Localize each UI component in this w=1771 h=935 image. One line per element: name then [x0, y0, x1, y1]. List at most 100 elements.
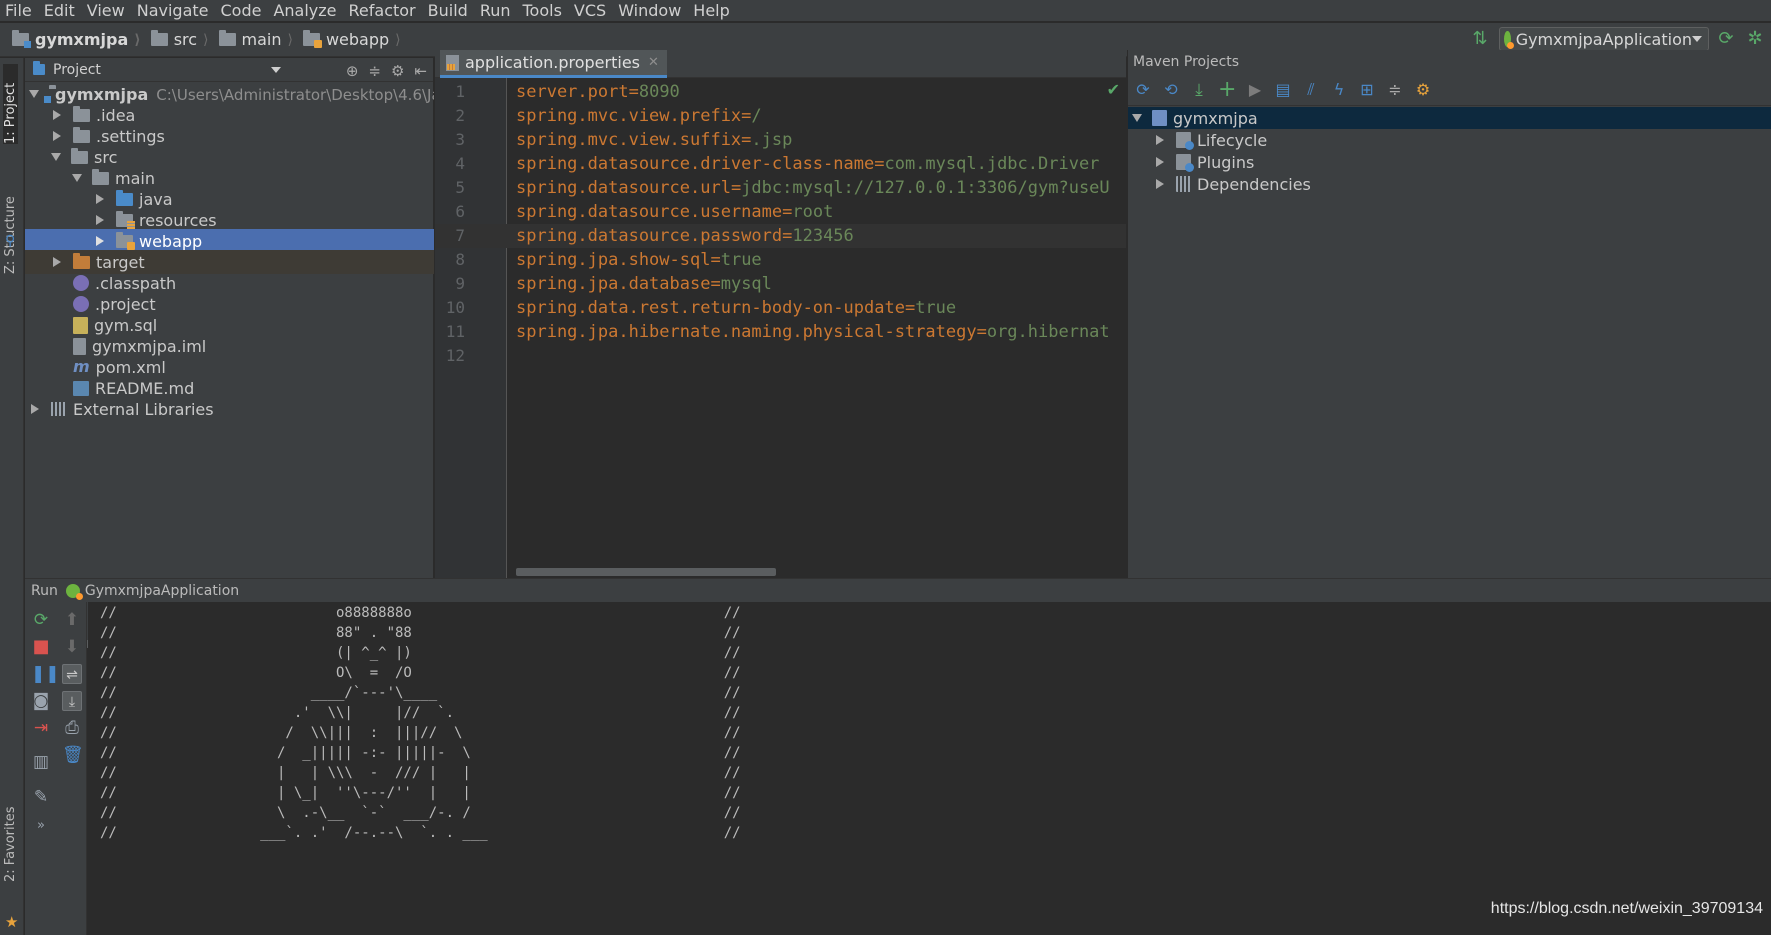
chevron-down-icon[interactable] — [72, 174, 82, 182]
chevron-down-icon[interactable] — [270, 66, 281, 73]
sql-file-icon — [73, 316, 88, 334]
code-line-current[interactable]: 7 spring.datasource.password=123456 — [435, 224, 1126, 248]
pin-icon[interactable]: ✎ — [31, 787, 51, 807]
camera-icon[interactable]: ◙ — [31, 691, 51, 711]
scroll-from-source-icon[interactable]: ⊕ — [346, 62, 359, 80]
maven-tree-item-plugins[interactable]: Plugins — [1128, 151, 1771, 173]
soft-wrap-icon[interactable]: ⇌ — [62, 664, 82, 684]
menu-edit[interactable]: Edit — [38, 0, 81, 22]
menu-window[interactable]: Window — [612, 0, 687, 22]
run-maven-build-icon[interactable]: ▤ — [1274, 80, 1292, 99]
console-line: // .' \\| |// `. // — [100, 705, 741, 721]
code-line[interactable]: 12 — [435, 344, 1126, 368]
menu-help[interactable]: Help — [687, 0, 735, 22]
breadcrumb-src[interactable]: src ⟩ — [141, 23, 209, 56]
arrow-up-icon[interactable]: ⬆ — [62, 610, 82, 630]
run-tab-app[interactable]: GymxmjpaApplication — [85, 583, 239, 599]
debug-icon[interactable]: ✲ — [1745, 29, 1765, 49]
tab-project[interactable]: 1: Project — [3, 64, 18, 144]
generate-sources-icon[interactable]: ⟲ — [1162, 80, 1180, 99]
code-line[interactable]: 9 spring.jpa.database=mysql — [435, 272, 1126, 296]
code-line[interactable]: 1 server.port=8090 — [435, 80, 1126, 104]
horizontal-scrollbar[interactable] — [516, 568, 776, 576]
menu-analyze[interactable]: Analyze — [267, 0, 342, 22]
maven-tree-item-gymxmjpa[interactable]: gymxmjpa — [1128, 107, 1771, 129]
chevron-right-icon[interactable] — [96, 194, 104, 204]
chevron-down-icon[interactable] — [51, 153, 61, 161]
pause-icon[interactable]: ❚❚ — [31, 664, 60, 684]
code-line[interactable]: 6 spring.datasource.username=root — [435, 200, 1126, 224]
hide-panel-icon[interactable]: ⇤ — [414, 62, 427, 80]
close-icon[interactable]: ✕ — [648, 55, 659, 70]
run-icon[interactable]: ▶ — [1246, 80, 1264, 99]
exit-icon[interactable]: ⇥ — [31, 718, 51, 738]
menu-run[interactable]: Run — [474, 0, 517, 22]
chevron-right-icon[interactable] — [1156, 135, 1164, 145]
arrow-down-icon[interactable]: ⬇ — [62, 637, 82, 657]
maven-tree-item-dependencies[interactable]: Dependencies — [1128, 173, 1771, 195]
code-line[interactable]: 4 spring.datasource.driver-class-name=com… — [435, 152, 1126, 176]
tree-item-external-libraries[interactable]: External Libraries — [25, 397, 434, 421]
menu-vcs[interactable]: VCS — [568, 0, 612, 22]
code-line[interactable]: 3 spring.mvc.view.suffix=.jsp — [435, 128, 1126, 152]
project-panel-header: Project ⊕ ≑ ⚙ ⇤ — [25, 58, 433, 82]
trash-icon[interactable]: 🗑 — [62, 745, 84, 765]
menu-tools[interactable]: Tools — [517, 0, 568, 22]
skip-tests-icon[interactable]: ϟ — [1330, 80, 1348, 99]
tab-structure[interactable]: Z: Structure — [3, 178, 18, 274]
menu-file[interactable]: File — [0, 0, 38, 22]
collapse-all-icon[interactable]: ≑ — [368, 62, 381, 80]
build-project-icon[interactable]: ⇅ — [1470, 29, 1490, 49]
show-dependencies-icon[interactable]: ⊞ — [1358, 80, 1376, 99]
maven-tree-item-lifecycle[interactable]: Lifecycle — [1128, 129, 1771, 151]
code-line[interactable]: 11 spring.jpa.hibernate.naming.physical-s… — [435, 320, 1126, 344]
download-icon[interactable]: ⤓ — [1190, 81, 1208, 99]
chevron-right-icon[interactable] — [53, 131, 61, 141]
rerun-icon[interactable]: ⟳ — [1716, 29, 1736, 49]
project-path: C:\Users\Administrator\Desktop\4.6\Java精… — [156, 85, 434, 104]
chevron-right-icon[interactable] — [1156, 157, 1164, 167]
tab-favorites[interactable]: 2: Favorites — [3, 798, 18, 882]
add-icon[interactable]: + — [1218, 78, 1236, 100]
print-icon[interactable]: ⎙ — [62, 718, 82, 738]
code-line[interactable]: 2 spring.mvc.view.prefix=/ — [435, 104, 1126, 128]
chevron-down-icon[interactable] — [1132, 114, 1142, 122]
menu-code[interactable]: Code — [215, 0, 268, 22]
toggle-offline-icon[interactable]: ⫽ — [1302, 80, 1320, 99]
chevron-right-icon[interactable] — [96, 215, 104, 225]
code-line[interactable]: 5 spring.datasource.url=jdbc:mysql://127.… — [435, 176, 1126, 200]
menu-navigate[interactable]: Navigate — [131, 0, 215, 22]
maven-panel-title: Maven Projects — [1133, 54, 1240, 70]
menu-view[interactable]: View — [81, 0, 131, 22]
scroll-to-end-icon[interactable]: ⤓ — [62, 691, 82, 711]
reimport-icon[interactable]: ⟳ — [1134, 80, 1152, 99]
property-value: com.mysql.jdbc.Driver — [884, 154, 1100, 174]
menu-refactor[interactable]: Refactor — [343, 0, 422, 22]
menu-build[interactable]: Build — [422, 0, 474, 22]
chevron-right-icon[interactable] — [1156, 179, 1164, 189]
chevron-right-icon[interactable] — [31, 404, 39, 414]
console-output[interactable]: // o8888888o // // 88" . "88 // // (| ^_… — [88, 602, 1771, 935]
line-number: 1 — [455, 82, 465, 101]
more-icon[interactable]: » — [31, 816, 51, 836]
code-line[interactable]: 8 spring.jpa.show-sql=true — [435, 248, 1126, 272]
breadcrumb-webapp[interactable]: webapp ⟩ — [293, 23, 401, 56]
gear-icon[interactable]: ⚙ — [391, 62, 404, 80]
tab-application-properties[interactable]: application.properties ✕ — [440, 50, 667, 78]
chevron-down-icon[interactable] — [29, 90, 39, 98]
project-panel-title[interactable]: Project — [53, 62, 101, 78]
breadcrumb-project[interactable]: gymxmjpa ⟩ — [0, 23, 141, 56]
run-configuration-select[interactable]: GymxmjpaApplication — [1499, 27, 1709, 51]
code-line[interactable]: 10 spring.data.rest.return-body-on-update… — [435, 296, 1126, 320]
chevron-right-icon[interactable] — [53, 110, 61, 120]
code-editor[interactable]: ✔ 1 server.port=8090 2 spring.mvc.view.pre… — [435, 78, 1126, 578]
rerun-icon[interactable]: ⟳ — [31, 610, 51, 630]
collapse-all-icon[interactable]: ≑ — [1386, 80, 1404, 99]
breadcrumb-label: src — [173, 30, 198, 49]
breadcrumb-main[interactable]: main ⟩ — [209, 23, 293, 56]
layout-icon[interactable]: ▥ — [31, 752, 51, 772]
chevron-right-icon[interactable] — [96, 236, 104, 246]
chevron-right-icon[interactable] — [53, 257, 61, 267]
stop-icon[interactable]: ■ — [31, 637, 51, 657]
maven-settings-icon[interactable]: ⚙ — [1414, 80, 1432, 99]
